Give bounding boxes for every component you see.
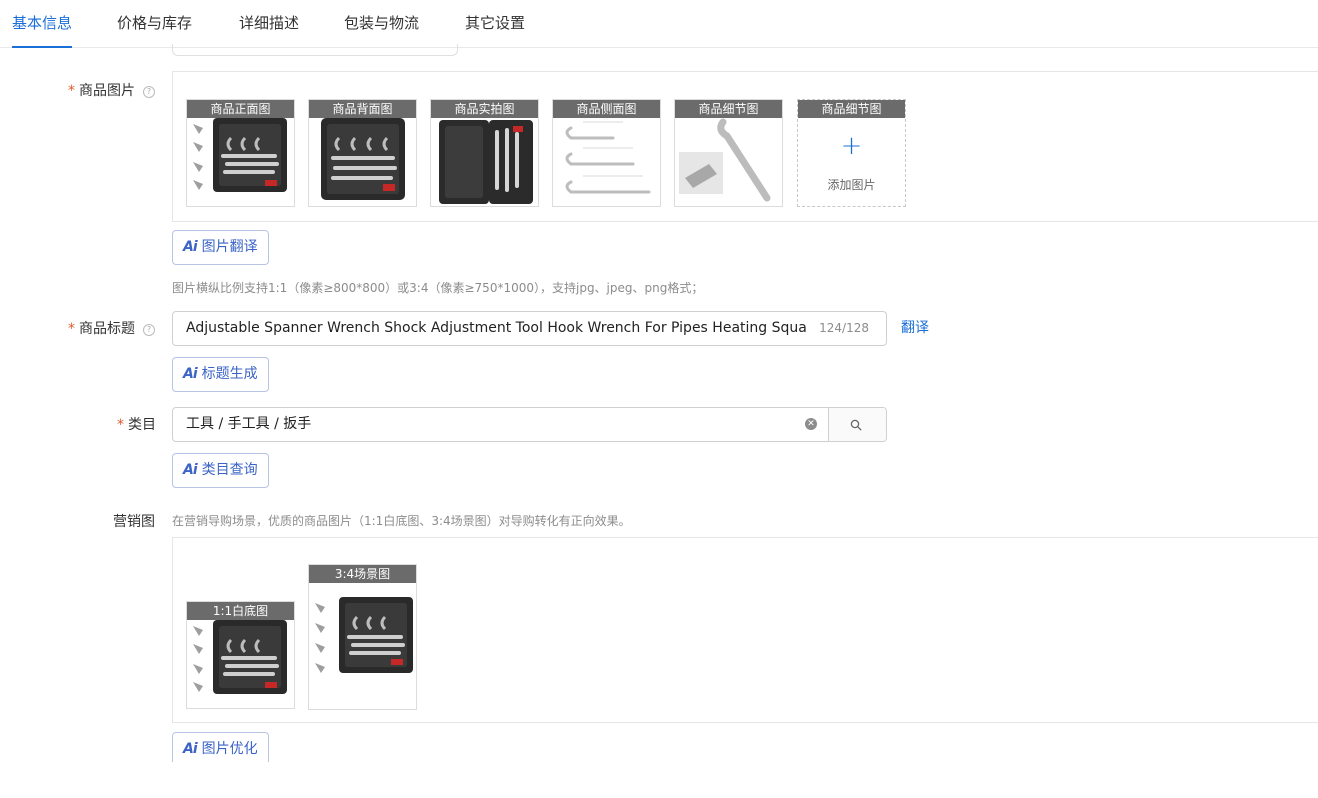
- image-translate-label: 图片翻译: [201, 239, 258, 255]
- add-image-button[interactable]: 商品细节图 + 添加图片: [797, 99, 906, 207]
- category-query-button[interactable]: Ai 类目查询: [172, 453, 269, 488]
- add-image-label: 添加图片: [827, 178, 876, 192]
- marketing-images-label: 营销图: [113, 514, 155, 530]
- product-images-label: * 商品图片?: [68, 80, 155, 100]
- image-slot-photo[interactable]: 商品实拍图: [430, 99, 539, 207]
- image-slot-caption: 商品正面图: [187, 100, 294, 118]
- image-slot-caption: 商品细节图: [798, 100, 905, 118]
- image-format-hint: 图片横纵比例支持1:1（像素≥800*800）或3:4（像素≥750*1000）…: [172, 281, 704, 295]
- wrench-kit-image: [321, 118, 405, 200]
- product-title-label-text: 商品标题: [79, 321, 135, 337]
- image-slot-caption: 商品实拍图: [431, 100, 538, 118]
- clear-icon[interactable]: ✕: [805, 418, 817, 430]
- product-title-input[interactable]: Adjustable Spanner Wrench Shock Adjustme…: [172, 311, 887, 346]
- image-slot-side[interactable]: 商品侧面图: [552, 99, 661, 207]
- product-images-label-text: 商品图片: [79, 83, 135, 99]
- image-slot-back[interactable]: 商品背面图: [308, 99, 417, 207]
- required-mark: *: [117, 417, 124, 433]
- image-slot-caption: 商品背面图: [309, 100, 416, 118]
- wrench-kit-image: [315, 597, 413, 673]
- ai-icon: Ai: [183, 239, 198, 255]
- required-mark: *: [68, 321, 75, 337]
- product-title-label: * 商品标题?: [68, 318, 155, 338]
- wrench-detail-image: [679, 118, 771, 202]
- category-label: * 类目: [117, 414, 156, 434]
- ai-icon: Ai: [183, 741, 198, 757]
- ai-icon: Ai: [183, 462, 198, 478]
- marketing-images-hint: 在营销导购场景，优质的商品图片（1:1白底图、3:4场景图）对导购转化有正向效果…: [172, 514, 631, 528]
- marketing-slot-white-bg[interactable]: 1:1白底图: [186, 601, 295, 709]
- tab-description[interactable]: 详细描述: [239, 0, 299, 48]
- image-optimize-label: 图片优化: [201, 741, 258, 757]
- category-label-text: 类目: [128, 417, 156, 433]
- tab-price-stock[interactable]: 价格与库存: [117, 0, 192, 48]
- title-char-counter: 124/128: [819, 321, 869, 335]
- tab-bar: 基本信息 价格与库存 详细描述 包装与物流 其它设置: [0, 0, 1318, 48]
- title-generate-button[interactable]: Ai 标题生成: [172, 357, 269, 392]
- title-generate-label: 标题生成: [201, 366, 258, 382]
- image-slot-caption: 商品侧面图: [553, 100, 660, 118]
- bottom-cutoff: [0, 762, 1318, 798]
- dimension-drawing-image: [565, 121, 651, 194]
- product-title-value: Adjustable Spanner Wrench Shock Adjustme…: [186, 320, 806, 336]
- image-slot-front[interactable]: 商品正面图: [186, 99, 295, 207]
- category-input[interactable]: 工具 / 手工具 / 扳手 ✕: [172, 407, 887, 442]
- wrench-kit-image: [193, 620, 287, 694]
- tab-packaging-logistics[interactable]: 包装与物流: [344, 0, 419, 48]
- image-slot-caption: 商品细节图: [675, 100, 782, 118]
- image-translate-button[interactable]: Ai 图片翻译: [172, 230, 269, 265]
- open-case-image: [439, 120, 533, 204]
- category-value: 工具 / 手工具 / 扳手: [186, 416, 312, 432]
- required-mark: *: [68, 83, 75, 99]
- image-slot-detail[interactable]: 商品细节图: [674, 99, 783, 207]
- help-icon[interactable]: ?: [143, 324, 155, 336]
- plus-icon: +: [840, 131, 863, 161]
- marketing-slot-scene[interactable]: 3:4场景图: [308, 564, 417, 710]
- tab-other-settings[interactable]: 其它设置: [465, 0, 525, 48]
- translate-link[interactable]: 翻译: [901, 317, 929, 337]
- help-icon[interactable]: ?: [143, 86, 155, 98]
- ai-icon: Ai: [183, 366, 198, 382]
- product-images-panel: 商品正面图 商品背面图 商品实拍图 商品侧面图 商品细节图 商品细节图 + 添加…: [172, 71, 1318, 222]
- search-icon: [850, 419, 862, 431]
- previous-field-edge: [172, 44, 458, 56]
- category-search-button[interactable]: [828, 408, 886, 441]
- tab-basic-info[interactable]: 基本信息: [12, 0, 73, 48]
- category-query-label: 类目查询: [201, 462, 258, 478]
- image-slot-caption: 1:1白底图: [187, 602, 294, 620]
- wrench-kit-image: [193, 118, 287, 192]
- image-slot-caption: 3:4场景图: [309, 565, 416, 583]
- marketing-images-panel: 1:1白底图 3:4场景图: [172, 537, 1318, 723]
